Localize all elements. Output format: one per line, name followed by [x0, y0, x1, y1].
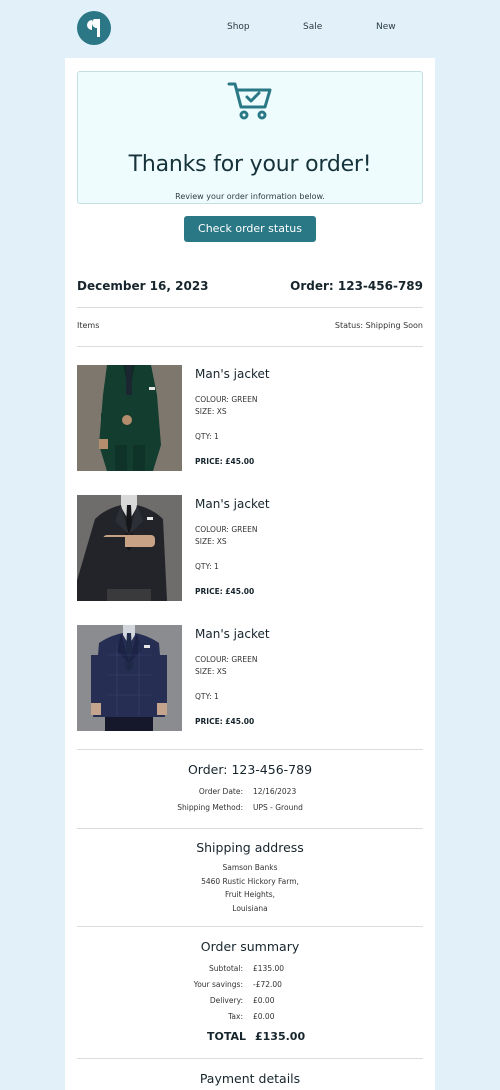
nav-new-link[interactable]: New — [376, 22, 396, 32]
total-value: £135.00 — [255, 1030, 306, 1043]
shipping-address-title: Shipping address — [196, 840, 304, 855]
order-number-heading: Order: 123-456-789 — [290, 279, 423, 293]
item-size: SIZE: XS — [195, 667, 227, 676]
savings-value: -£72.00 — [253, 980, 282, 989]
shipping-method-label: Shipping Method: — [177, 803, 243, 812]
order-date-label: Order Date: — [198, 787, 243, 796]
delivery-label: Delivery: — [209, 996, 243, 1005]
nav-sale-link[interactable]: Sale — [303, 22, 322, 32]
divider — [77, 1058, 423, 1059]
divider — [77, 828, 423, 829]
top-bar: Shop Sale New — [0, 0, 500, 58]
item-quantity: QTY: 1 — [195, 562, 219, 571]
item-colour: COLOUR: GREEN — [195, 655, 258, 664]
tax-value: £0.00 — [253, 1012, 275, 1021]
item-quantity: QTY: 1 — [195, 692, 219, 701]
product-image[interactable] — [77, 495, 182, 601]
item-name: Man's jacket — [195, 627, 270, 641]
divider — [77, 749, 423, 750]
order-date-heading: December 16, 2023 — [77, 279, 209, 293]
subtotal-value: £135.00 — [253, 964, 285, 973]
total-label: TOTAL — [207, 1030, 247, 1043]
item-name: Man's jacket — [195, 497, 270, 511]
hero-banner: Thanks for your order! Review your order… — [77, 71, 423, 204]
order-item: Man's jacket COLOUR: GREEN SIZE: XS QTY:… — [77, 495, 423, 601]
address-line: Louisiana — [232, 903, 268, 913]
divider — [77, 346, 423, 347]
item-colour: COLOUR: GREEN — [195, 525, 258, 534]
hero-subtitle: Review your order information below. — [175, 192, 325, 201]
order-item: Man's jacket COLOUR: GREEN SIZE: XS QTY:… — [77, 365, 423, 471]
item-size: SIZE: XS — [195, 537, 227, 546]
email-card: Thanks for your order! Review your order… — [65, 58, 435, 1090]
divider — [77, 926, 423, 927]
item-price: PRICE: £45.00 — [195, 587, 255, 596]
check-order-status-button[interactable]: Check order status — [184, 216, 316, 242]
shopping-cart-check-icon — [227, 82, 272, 120]
payment-details-title: Payment details — [199, 1071, 301, 1086]
item-price: PRICE: £45.00 — [195, 457, 255, 466]
item-size: SIZE: XS — [195, 407, 227, 416]
delivery-value: £0.00 — [253, 996, 275, 1005]
product-image[interactable] — [77, 365, 182, 471]
address-line: Samson Banks — [222, 863, 278, 872]
order-date-value: 12/16/2023 — [253, 787, 297, 796]
item-name: Man's jacket — [195, 367, 270, 381]
item-price: PRICE: £45.00 — [195, 717, 255, 726]
items-label: Items — [77, 321, 100, 330]
divider — [77, 307, 423, 308]
order-info-title: Order: 123-456-789 — [187, 762, 313, 777]
tax-label: Tax: — [228, 1012, 243, 1021]
product-image[interactable] — [77, 625, 182, 731]
savings-label: Your savings: — [193, 980, 243, 989]
shipping-address: Samson Banks 5460 Rustic Hickory Farm, F… — [77, 861, 423, 915]
item-colour: COLOUR: GREEN — [195, 395, 258, 404]
brand-logo-icon[interactable] — [77, 11, 111, 45]
address-line: Fruit Heights, — [224, 890, 276, 899]
shipping-method-value: UPS - Ground — [253, 803, 303, 812]
item-quantity: QTY: 1 — [195, 432, 219, 441]
order-status: Status: Shipping Soon — [334, 321, 423, 330]
hero-title: Thanks for your order! — [128, 152, 372, 177]
address-line: 5460 Rustic Hickory Farm, — [201, 876, 299, 886]
order-item: Man's jacket COLOUR: GREEN SIZE: XS QTY:… — [77, 625, 423, 731]
subtotal-label: Subtotal: — [209, 964, 243, 973]
order-summary-title: Order summary — [200, 939, 300, 954]
nav-shop-link[interactable]: Shop — [227, 22, 250, 32]
